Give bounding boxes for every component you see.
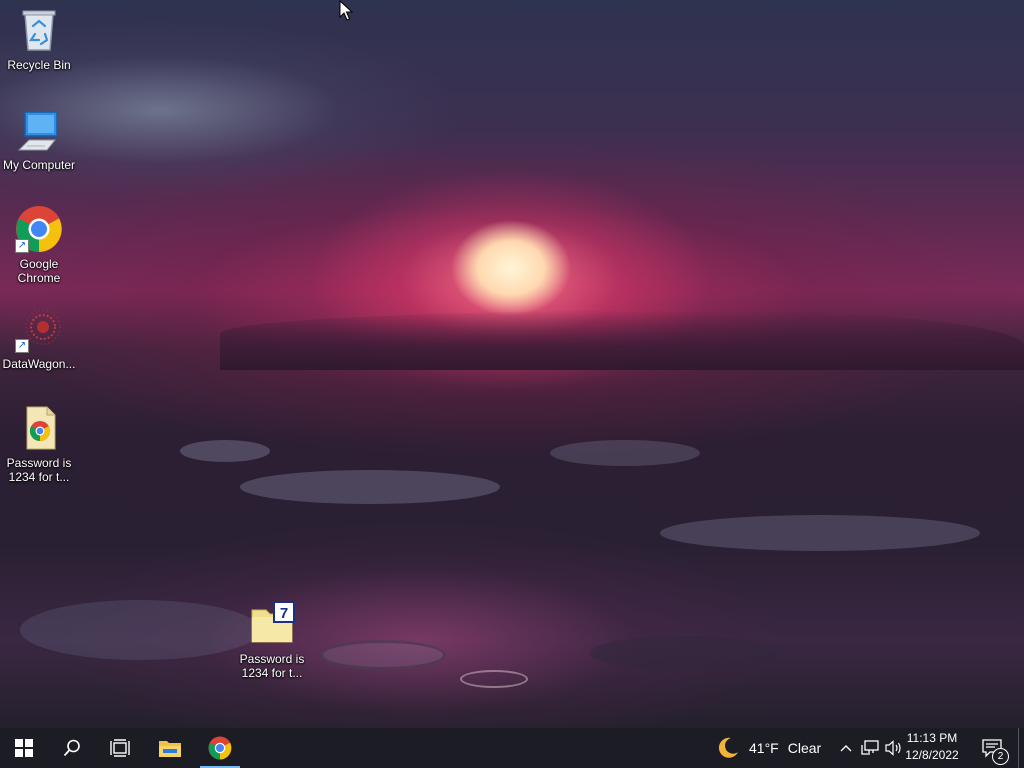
wallpaper-ripple	[550, 440, 700, 466]
desktop-icon-datawagon[interactable]: ↗ DataWagon...	[0, 305, 78, 371]
recycle-bin-icon	[15, 6, 63, 54]
start-button[interactable]	[0, 728, 48, 768]
task-view-icon	[110, 739, 130, 757]
wallpaper-ripple	[590, 636, 780, 670]
shortcut-arrow-icon: ↗	[15, 239, 29, 253]
taskbar-clock[interactable]: 11:13 PM 12/8/2022	[894, 730, 970, 764]
wallpaper-ripple	[320, 640, 446, 670]
icon-label: Password is 1234 for t...	[239, 652, 305, 680]
chrome-icon	[208, 736, 232, 760]
wallpaper-ripple	[180, 440, 270, 462]
network-button[interactable]	[858, 728, 882, 768]
notification-count-badge: 2	[992, 748, 1009, 765]
wallpaper-ripple	[240, 470, 500, 504]
task-view-button[interactable]	[96, 728, 144, 768]
wallpaper-ripple	[660, 515, 980, 551]
search-icon	[63, 739, 80, 757]
clock-time: 11:13 PM	[906, 731, 958, 745]
7zip-archive-icon: 7	[248, 600, 296, 648]
chrome-icon: ↗	[15, 205, 63, 253]
desktop-icon-my-computer[interactable]: My Computer	[0, 106, 78, 172]
desktop-icon-google-chrome[interactable]: ↗ Google Chrome	[0, 205, 78, 285]
search-button[interactable]	[48, 728, 96, 768]
shortcut-arrow-icon: ↗	[15, 339, 29, 353]
weather-temperature: 41°F	[749, 740, 779, 756]
icon-label: Password is 1234 for t...	[6, 456, 72, 484]
icon-label: My Computer	[2, 158, 76, 172]
folder-icon	[159, 741, 181, 757]
windows-logo-icon	[15, 739, 33, 757]
taskbar-google-chrome[interactable]	[196, 728, 244, 768]
icon-label: Recycle Bin	[7, 58, 71, 72]
chevron-up-icon	[840, 745, 852, 752]
svg-text:7: 7	[280, 605, 288, 622]
action-center-button[interactable]: 2	[970, 728, 1014, 768]
show-desktop-button[interactable]	[1018, 728, 1024, 768]
network-icon	[861, 740, 879, 755]
chrome-document-icon	[15, 404, 63, 452]
desktop-icon-password-archive[interactable]: 7 Password is 1234 for t...	[233, 600, 311, 680]
taskbar: 41°F Clear 11:13 PM 12/8/2022 2	[0, 728, 1024, 768]
wallpaper-ripple	[460, 670, 528, 688]
taskbar-file-explorer[interactable]	[146, 728, 194, 768]
wallpaper-horizon	[220, 310, 1024, 370]
wallpaper-ripple	[20, 600, 260, 660]
datawagon-icon: ↗	[15, 305, 63, 353]
icon-label: Google Chrome	[17, 257, 61, 285]
moon-icon	[718, 737, 738, 758]
clock-date: 12/8/2022	[905, 748, 959, 762]
desktop-icon-password-html[interactable]: Password is 1234 for t...	[0, 404, 78, 484]
icon-label: DataWagon...	[2, 357, 76, 371]
weather-condition: Clear	[787, 740, 822, 756]
mouse-cursor-icon	[339, 0, 353, 21]
desktop-icon-recycle-bin[interactable]: Recycle Bin	[0, 6, 78, 72]
show-hidden-icons-button[interactable]	[834, 728, 858, 768]
weather-widget[interactable]: 41°F Clear	[716, 728, 821, 768]
desktop-wallpaper[interactable]: Recycle Bin My Computer ↗ Google Chrome …	[0, 0, 1024, 728]
monitor-icon	[15, 106, 63, 154]
